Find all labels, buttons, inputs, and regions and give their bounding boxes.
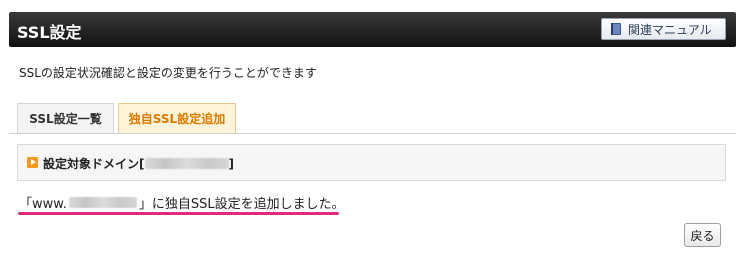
page-header: SSL設定 関連マニュアル [9,12,736,47]
back-button[interactable]: 戻る [684,223,721,247]
target-domain-text: 設定対象ドメイン[ ] [43,155,234,172]
related-manual-label: 関連マニュアル [628,22,712,37]
tab-add-ssl[interactable]: 独自SSL設定追加 [118,103,236,133]
result-message-open: 「www. [19,197,67,212]
book-icon [611,23,621,35]
target-domain-prefix: 設定対象ドメイン[ [43,157,145,171]
result-message: 「www. 」に独自SSL設定を追加しました。 [19,193,345,212]
redacted-domain [68,197,137,208]
highlight-underline [18,212,339,215]
target-domain-suffix: ] [228,156,234,171]
tab-ssl-list[interactable]: SSL設定一覧 [17,103,114,133]
arrow-marker-icon [27,157,38,168]
target-domain-panel: 設定対象ドメイン[ ] [17,144,726,181]
related-manual-button[interactable]: 関連マニュアル [601,18,726,40]
page-description: SSLの設定状況確認と設定の変更を行うことができます [19,66,317,80]
tab-divider [9,133,736,134]
redacted-domain [144,158,229,169]
page-title: SSL設定 [17,23,82,42]
result-message-close: 」に独自SSL設定を追加しました。 [138,197,345,212]
